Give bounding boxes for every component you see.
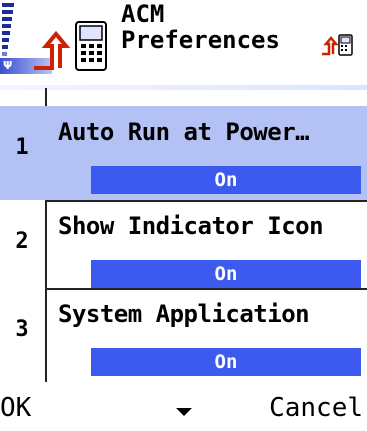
phone-settings-icon xyxy=(34,21,107,71)
setting-item-show-indicator[interactable]: 2 Show Indicator Icon On xyxy=(0,200,367,294)
item-value[interactable]: On xyxy=(91,166,361,194)
status-header: Ψ ACM Preferences xyxy=(0,0,367,88)
item-left-border xyxy=(45,288,47,382)
item-left-border xyxy=(45,200,47,294)
softkey-bar: OK Cancel xyxy=(0,388,367,431)
item-value[interactable]: On xyxy=(91,260,361,288)
scroll-down-arrow-icon xyxy=(176,408,192,416)
item-top-border xyxy=(45,288,367,290)
setting-item-system-application[interactable]: 3 System Application On xyxy=(0,288,367,382)
antenna-icon: Ψ xyxy=(3,59,13,72)
title-line-1: ACM xyxy=(121,0,165,28)
ok-softkey[interactable]: OK xyxy=(0,392,31,424)
item-number: 3 xyxy=(15,317,29,342)
cancel-softkey[interactable]: Cancel xyxy=(269,392,363,424)
item-label: Show Indicator Icon xyxy=(58,212,324,240)
header-divider xyxy=(0,85,367,90)
page-title: ACM Preferences xyxy=(121,2,280,56)
title-line-2: Preferences xyxy=(121,26,280,54)
item-value[interactable]: On xyxy=(91,348,361,376)
item-number: 2 xyxy=(15,229,29,254)
item-label: Auto Run at Power… xyxy=(58,118,310,146)
item-number: 1 xyxy=(15,135,29,160)
item-label: System Application xyxy=(58,300,310,328)
setting-item-auto-run[interactable]: 1 Auto Run at Power… On xyxy=(0,106,367,200)
signal-strength-icon xyxy=(2,3,14,57)
list-top-tick xyxy=(45,88,47,106)
small-phone-indicator-icon xyxy=(322,34,353,56)
item-top-border xyxy=(45,200,367,202)
